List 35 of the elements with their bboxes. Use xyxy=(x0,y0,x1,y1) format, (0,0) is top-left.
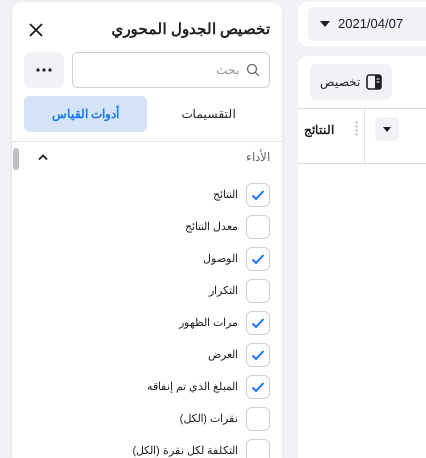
checkbox[interactable] xyxy=(246,407,270,431)
checkbox[interactable] xyxy=(246,439,270,458)
search-field[interactable]: بحث xyxy=(72,52,270,88)
caret-icon xyxy=(320,21,330,27)
checkbox[interactable] xyxy=(246,183,270,207)
chevron-icon[interactable] xyxy=(37,153,49,161)
checkbox[interactable] xyxy=(246,279,270,303)
tab[interactable]: التقسيمات xyxy=(147,96,270,132)
dropdown-button[interactable] xyxy=(375,117,399,141)
checkbox[interactable] xyxy=(246,215,270,239)
section-title: الأداء xyxy=(246,148,270,166)
metric-label: معدل النتائج xyxy=(184,220,238,235)
drag-handle-icon[interactable] xyxy=(355,121,358,137)
caret-icon xyxy=(383,126,391,132)
metric-label: نقرات (الكل) xyxy=(180,412,238,427)
panel-title: تخصيص الجدول المحوري xyxy=(112,20,270,40)
more-icon xyxy=(36,68,52,72)
scrollbar-thumb[interactable] xyxy=(13,148,19,170)
checkbox[interactable] xyxy=(246,343,270,367)
metric-label: مرات الظهور xyxy=(178,316,238,331)
columns-icon xyxy=(366,74,382,90)
close-icon xyxy=(28,22,44,38)
customize-button[interactable]: تخصيص xyxy=(310,64,392,100)
metric-label: التكرار xyxy=(209,284,238,299)
date-range-picker[interactable]: 2021/04/07 xyxy=(308,7,426,41)
checkbox[interactable] xyxy=(246,247,270,271)
metric-label: المبلغ الذي تم إنفاقه xyxy=(146,380,238,395)
column-header[interactable]: النتائج xyxy=(304,121,334,139)
metric-label: العرض xyxy=(208,348,238,363)
search-icon xyxy=(246,63,260,77)
checkbox[interactable] xyxy=(246,375,270,399)
metric-label: التكلفة لكل نقرة (الكل) xyxy=(132,444,238,458)
metric-label: النتائج xyxy=(213,188,238,203)
checkbox[interactable] xyxy=(246,311,270,335)
metric-label: الوصول xyxy=(203,252,238,267)
